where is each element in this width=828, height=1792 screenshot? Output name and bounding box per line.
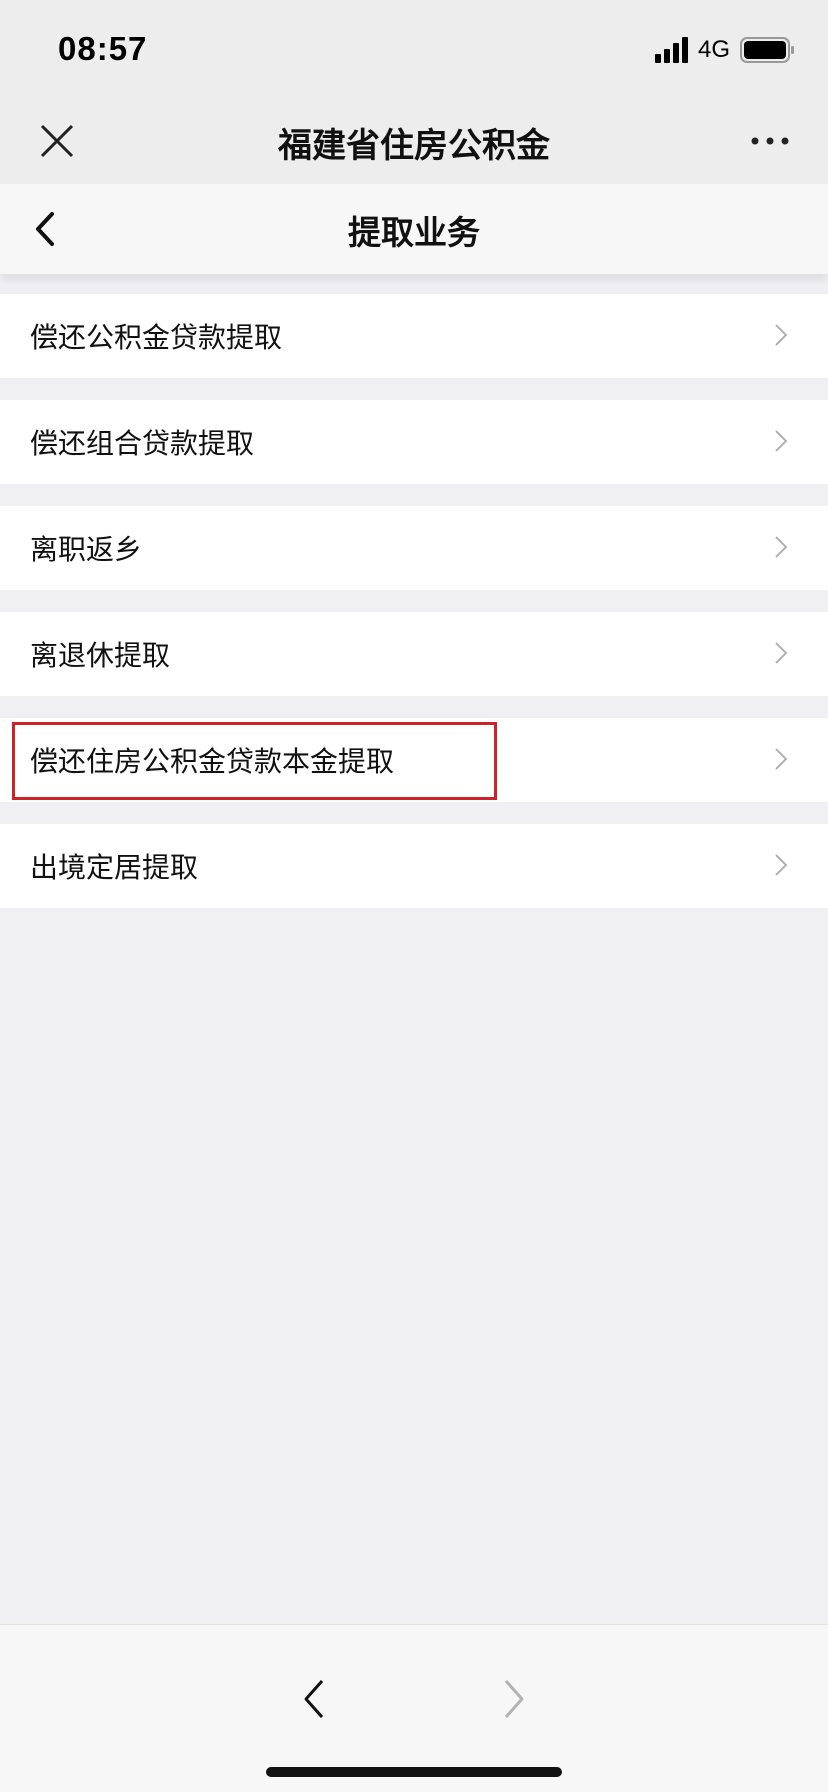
menu-item-label: 离退休提取 <box>30 639 171 672</box>
signal-icon <box>655 37 688 63</box>
chevron-right-icon <box>775 748 788 770</box>
chevron-right-icon <box>775 536 788 558</box>
browser-forward-icon[interactable] <box>500 1675 530 1723</box>
menu-list: 偿还公积金贷款提取 偿还组合贷款提取 离职返乡 离退休提取 偿还住房公积金贷款本… <box>0 294 828 930</box>
menu-item-repay-combined-loan[interactable]: 偿还组合贷款提取 <box>0 400 828 484</box>
menu-item-emigration[interactable]: 出境定居提取 <box>0 824 828 908</box>
status-bar: 08:57 4G <box>0 0 828 100</box>
menu-item-resign-return-home[interactable]: 离职返乡 <box>0 506 828 590</box>
menu-item-label: 出境定居提取 <box>30 851 199 884</box>
wechat-title: 福建省住房公积金 <box>278 126 550 166</box>
status-time: 08:57 <box>58 30 148 67</box>
menu-item-repay-fund-loan[interactable]: 偿还公积金贷款提取 <box>0 294 828 378</box>
chevron-right-icon <box>775 430 788 452</box>
more-icon[interactable] <box>750 128 790 154</box>
chevron-right-icon <box>775 854 788 876</box>
menu-item-repay-loan-principal[interactable]: 偿还住房公积金贷款本金提取 <box>0 718 828 802</box>
page-header: 提取业务 <box>0 184 828 274</box>
network-label: 4G <box>698 36 731 63</box>
browser-back-icon[interactable] <box>298 1675 328 1723</box>
menu-item-label: 偿还公积金贷款提取 <box>30 321 283 354</box>
battery-icon <box>740 37 794 63</box>
menu-item-label: 偿还组合贷款提取 <box>30 427 255 460</box>
menu-item-label: 离职返乡 <box>30 533 143 566</box>
chevron-right-icon <box>775 324 788 346</box>
menu-item-label: 偿还住房公积金贷款本金提取 <box>30 745 395 778</box>
browser-bottom-bar <box>0 1624 828 1792</box>
page-title: 提取业务 <box>348 213 480 252</box>
home-indicator <box>266 1767 562 1777</box>
chevron-right-icon <box>775 642 788 664</box>
menu-item-retirement[interactable]: 离退休提取 <box>0 612 828 696</box>
wechat-title-bar: 福建省住房公积金 <box>0 100 828 184</box>
